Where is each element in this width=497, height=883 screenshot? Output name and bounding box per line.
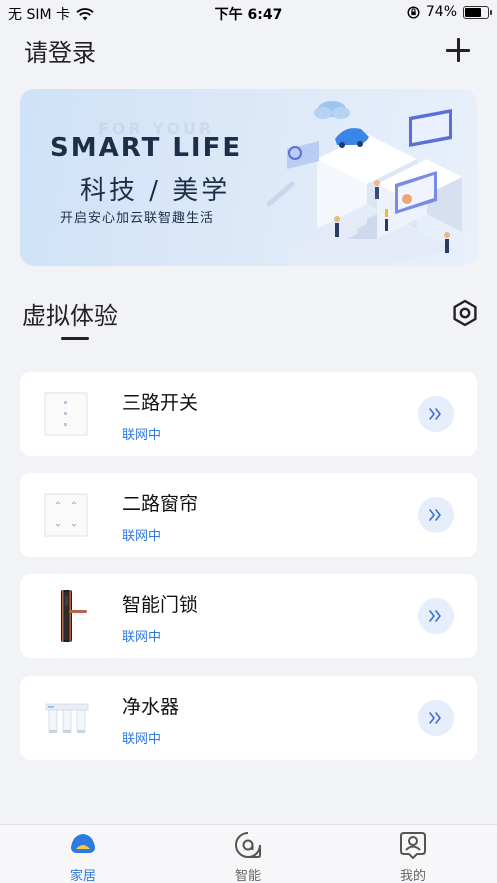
tab-smart[interactable]: 智能 (188, 825, 308, 883)
device-card-three-way-switch[interactable]: 三路开关 联网中 (20, 372, 477, 456)
tab-label: 我的 (399, 869, 426, 883)
water-purifier-icon (45, 703, 89, 733)
device-status: 联网中 (122, 630, 162, 645)
status-right: 74% (407, 4, 492, 20)
status-bar: 无 SIM 卡 下午 6:47 74% (0, 0, 497, 26)
banner-headline: SMART LIFE (50, 133, 243, 163)
smart-icon (235, 832, 261, 858)
add-device-button[interactable] (443, 35, 473, 65)
hexagon-settings-icon[interactable] (451, 299, 479, 327)
device-status: 联网中 (122, 428, 162, 443)
chevron-double-right-icon[interactable] (418, 598, 454, 634)
chevron-double-right-icon[interactable] (418, 700, 454, 736)
tab-label: 家居 (69, 869, 96, 883)
battery-icon (463, 5, 492, 19)
three-way-switch-icon (44, 392, 88, 436)
chevron-double-right-icon[interactable] (418, 497, 454, 533)
login-title[interactable]: 请登录 (24, 33, 96, 68)
banner-subtitle: 科技 / 美学 (80, 176, 231, 206)
tab-label: 智能 (234, 869, 261, 883)
battery-percent: 74% (425, 4, 457, 20)
device-name: 智能门锁 (122, 594, 199, 616)
smart-city-illustration (266, 101, 462, 266)
section-title: 虚拟体验 (22, 302, 118, 330)
section-underline (61, 337, 89, 340)
tab-home[interactable]: 家居 (23, 825, 143, 883)
curtain-switch-icon (44, 493, 88, 537)
header: 请登录 (24, 32, 473, 68)
promo-banner[interactable]: FOR YOUR SMART LIFE 科技 / 美学 开启安心加云联智趣生活 (20, 89, 477, 266)
device-status: 联网中 (122, 732, 162, 747)
chevron-double-right-icon[interactable] (418, 396, 454, 432)
device-card-curtain[interactable]: 二路窗帘 联网中 (20, 473, 477, 557)
device-name: 净水器 (122, 696, 180, 718)
orientation-lock-icon (407, 5, 420, 19)
battery-fill (465, 7, 482, 17)
device-name: 三路开关 (122, 392, 199, 414)
device-card-door-lock[interactable]: 智能门锁 联网中 (20, 574, 477, 658)
device-status: 联网中 (122, 529, 162, 544)
device-name: 二路窗帘 (122, 493, 199, 515)
profile-icon (400, 832, 426, 859)
door-lock-icon (61, 590, 87, 642)
tab-bar: 家居 智能 我的 (0, 824, 497, 883)
home-icon (71, 834, 95, 853)
tab-profile[interactable]: 我的 (353, 825, 473, 883)
device-card-water-purifier[interactable]: 净水器 联网中 (20, 676, 477, 760)
banner-tagline: 开启安心加云联智趣生活 (60, 211, 215, 226)
